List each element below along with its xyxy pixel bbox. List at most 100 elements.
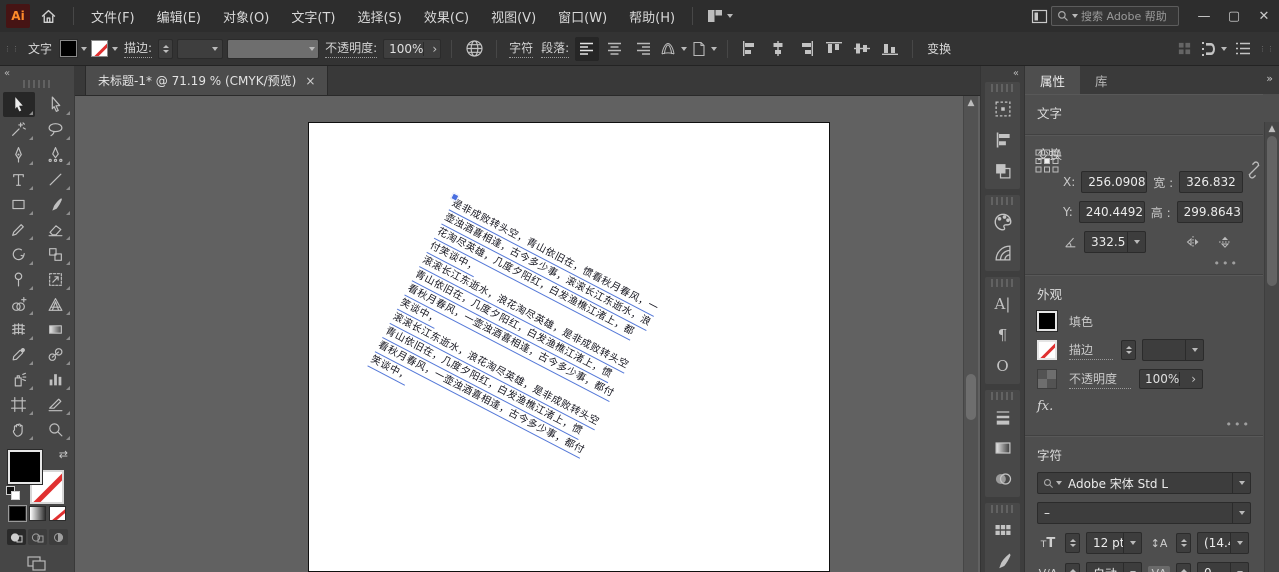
reference-point-locator[interactable]: [1035, 149, 1059, 173]
mesh-tool[interactable]: [3, 317, 35, 342]
menu-item-2[interactable]: 对象(O): [212, 0, 280, 32]
rectangle-tool[interactable]: [3, 192, 35, 217]
opacity-link[interactable]: 不透明度:: [325, 39, 377, 58]
kerning-stepper[interactable]: [1065, 563, 1080, 572]
type-tool[interactable]: [3, 167, 35, 192]
opacity-expander[interactable]: ›: [1179, 372, 1202, 386]
stroke-weight-dropdown[interactable]: [177, 39, 223, 59]
opacity-expander[interactable]: ›: [423, 42, 440, 56]
perspective-grid-tool[interactable]: [40, 292, 72, 317]
artboard-tool[interactable]: [3, 392, 35, 417]
panel-grip[interactable]: ⋮⋮: [4, 46, 20, 52]
scrollbar-thumb[interactable]: [966, 374, 976, 420]
dock-group-grip[interactable]: ‖‖‖‖‖: [985, 391, 1020, 401]
change-screen-mode-icon[interactable]: [0, 555, 74, 572]
opentype-panel[interactable]: O: [985, 350, 1020, 381]
tracking-select[interactable]: 0: [1197, 562, 1249, 572]
scale-tool[interactable]: [40, 242, 72, 267]
none-mode-button[interactable]: [49, 506, 66, 521]
menu-item-4[interactable]: 选择(S): [346, 0, 412, 32]
transparency-panel[interactable]: [985, 463, 1020, 494]
close-button[interactable]: ✕: [1249, 0, 1279, 32]
align-vertical-bottom-button[interactable]: [878, 37, 902, 61]
align-to-selection-dropdown[interactable]: [1200, 41, 1227, 57]
column-graph-tool[interactable]: [40, 367, 72, 392]
scroll-up-arrow[interactable]: ▲: [964, 98, 978, 108]
width-input[interactable]: 326.832: [1179, 171, 1243, 193]
expand-panels-icon[interactable]: «: [1013, 68, 1019, 79]
appearance-more-options[interactable]: •••: [1037, 418, 1251, 431]
properties-scrollbar[interactable]: ▲: [1264, 122, 1279, 572]
dock-group-grip[interactable]: ‖‖‖‖‖: [985, 196, 1020, 206]
hand-tool[interactable]: [3, 417, 35, 442]
tab-properties[interactable]: 属性: [1025, 66, 1080, 94]
collapse-tools-icon[interactable]: «: [4, 68, 10, 79]
menu-item-8[interactable]: 帮助(H): [618, 0, 686, 32]
fill-swatch[interactable]: [8, 450, 42, 484]
paragraph-panel[interactable]: ¶: [985, 319, 1020, 350]
width-profile-dropdown[interactable]: [227, 39, 319, 59]
dock-group-grip[interactable]: ‖‖‖‖‖: [985, 83, 1020, 93]
leading-select[interactable]: (14.4 p: [1197, 532, 1249, 554]
panel-menu-icon[interactable]: [1231, 37, 1255, 61]
leading-stepper[interactable]: [1176, 533, 1191, 553]
fill-color-picker[interactable]: [60, 40, 87, 57]
slice-tool[interactable]: [40, 392, 72, 417]
rotation-select[interactable]: 332.5: [1084, 231, 1146, 253]
dock-group-grip[interactable]: ‖‖‖‖‖: [985, 278, 1020, 288]
align-panel[interactable]: [985, 124, 1020, 155]
draw-behind-button[interactable]: [28, 529, 47, 545]
transform-panel[interactable]: [985, 93, 1020, 124]
stroke-label[interactable]: 描边: [1069, 341, 1113, 360]
constrain-proportions-icon[interactable]: [1245, 161, 1263, 179]
eraser-tool[interactable]: [40, 217, 72, 242]
eyedropper-tool[interactable]: [3, 342, 35, 367]
font-size-stepper[interactable]: [1065, 533, 1080, 553]
align-left-paragraph-button[interactable]: [575, 37, 599, 61]
zoom-tool[interactable]: [40, 417, 72, 442]
menu-item-3[interactable]: 文字(T): [280, 0, 346, 32]
flip-horizontal-icon[interactable]: [1185, 235, 1201, 249]
tab-libraries[interactable]: 库: [1080, 66, 1123, 94]
envelope-distort-dropdown[interactable]: [659, 41, 687, 57]
stroke-color-picker[interactable]: [91, 40, 118, 57]
menu-item-1[interactable]: 编辑(E): [146, 0, 212, 32]
close-tab-icon[interactable]: ×: [305, 74, 315, 88]
font-family-select[interactable]: Adobe 宋体 Std L: [1037, 472, 1251, 494]
font-style-select[interactable]: –: [1037, 502, 1251, 524]
stroke-panel[interactable]: [985, 401, 1020, 432]
pen-tool[interactable]: [3, 142, 35, 167]
recolor-artwork-icon[interactable]: [462, 37, 486, 61]
home-icon[interactable]: [40, 8, 57, 25]
scroll-up-arrow[interactable]: ▲: [1265, 124, 1279, 134]
tracking-stepper[interactable]: [1176, 563, 1191, 572]
draw-normal-button[interactable]: [7, 529, 26, 545]
align-center-paragraph-button[interactable]: [603, 37, 627, 61]
character-panel[interactable]: A|: [985, 288, 1020, 319]
height-input[interactable]: 299.8643: [1177, 201, 1243, 223]
rotate-tool[interactable]: [3, 242, 35, 267]
minimize-button[interactable]: —: [1189, 0, 1219, 32]
dock-group-grip[interactable]: ‖‖‖‖‖: [985, 504, 1020, 514]
paragraph-link[interactable]: 段落:: [541, 39, 569, 58]
shaper-tool[interactable]: [3, 217, 35, 242]
document-setup-dropdown[interactable]: [691, 41, 717, 57]
magic-wand-tool[interactable]: [3, 117, 35, 142]
stroke-weight-stepper[interactable]: [158, 39, 173, 59]
menu-item-7[interactable]: 窗口(W): [547, 0, 618, 32]
align-horizontal-left-button[interactable]: [738, 37, 762, 61]
maximize-button[interactable]: ▢: [1219, 0, 1249, 32]
blend-tool[interactable]: [40, 342, 72, 367]
curvature-pen-tool[interactable]: [40, 142, 72, 167]
fill-color-swatch[interactable]: [1037, 311, 1057, 331]
selection-tool[interactable]: [3, 92, 35, 117]
document-tab[interactable]: 未标题-1* @ 71.19 % (CMYK/预览) ×: [85, 66, 328, 95]
stroke-link[interactable]: 描边:: [124, 39, 152, 58]
swap-fill-stroke-icon[interactable]: ⇄: [59, 448, 68, 461]
draw-inside-button[interactable]: [49, 529, 68, 545]
menu-item-5[interactable]: 效果(C): [413, 0, 480, 32]
align-vertical-top-button[interactable]: [822, 37, 846, 61]
brushes-panel[interactable]: [985, 545, 1020, 572]
line-tool[interactable]: [40, 167, 72, 192]
opacity-input[interactable]: 100% ›: [1139, 369, 1203, 389]
